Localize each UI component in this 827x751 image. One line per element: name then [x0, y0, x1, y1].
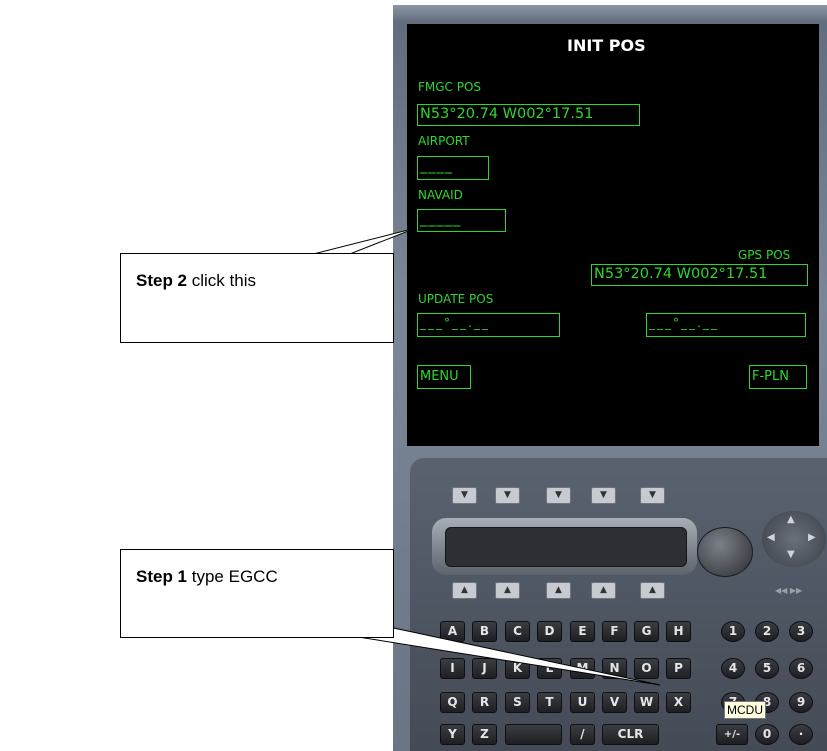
key-0[interactable]: 0 — [755, 724, 779, 745]
key-6[interactable]: 6 — [789, 658, 813, 679]
mcdu-top-bezel — [393, 5, 827, 23]
airport-label: AIRPORT — [418, 134, 470, 148]
key-slash[interactable]: / — [570, 724, 595, 745]
nav-right-icon[interactable]: ▶ — [808, 532, 816, 543]
airport-field[interactable]: ____ — [417, 156, 489, 180]
key-c[interactable]: C — [505, 621, 530, 642]
step1-text: type EGCC — [187, 567, 278, 586]
key-b[interactable]: B — [472, 621, 497, 642]
fpln-label: F-PLN — [752, 369, 789, 384]
gps-pos-label: GPS POS — [738, 248, 791, 262]
select-key-4[interactable]: ▼ — [591, 487, 616, 504]
gps-pos-value: N53°20.74 W002°17.51 — [594, 266, 768, 282]
key-5[interactable]: 5 — [755, 658, 779, 679]
fmgc-pos-value: N53°20.74 W002°17.51 — [420, 106, 594, 122]
key-dot[interactable]: · — [789, 724, 813, 745]
key-x[interactable]: X — [666, 692, 691, 713]
key-k[interactable]: K — [505, 658, 530, 679]
key-l[interactable]: L — [537, 658, 562, 679]
key-i[interactable]: I — [440, 658, 465, 679]
navaid-field[interactable]: _____ — [417, 209, 506, 232]
menu-button[interactable]: MENU — [417, 365, 471, 389]
step2-callout: Step 2 click this — [120, 253, 394, 343]
key-space[interactable] — [505, 724, 562, 745]
key-j[interactable]: J — [472, 658, 497, 679]
update-pos-right-field[interactable]: ___°__.__ — [646, 313, 806, 337]
navaid-value: _____ — [420, 211, 462, 227]
key-p[interactable]: P — [666, 658, 691, 679]
update-pos-label: UPDATE POS — [418, 292, 494, 306]
key-h[interactable]: H — [666, 621, 691, 642]
key-q[interactable]: Q — [440, 692, 465, 713]
update-pos-left-value: ___°__.__ — [420, 316, 490, 330]
mcdu-tooltip: MCDU — [724, 701, 766, 719]
fmgc-pos-field: N53°20.74 W002°17.51 — [417, 104, 640, 126]
key-d[interactable]: D — [537, 621, 562, 642]
select-key-8[interactable]: ▲ — [546, 582, 571, 599]
nav-left-icon[interactable]: ◀ — [767, 532, 775, 543]
key-m[interactable]: M — [570, 658, 595, 679]
key-clr[interactable]: CLR — [602, 724, 659, 745]
select-key-9[interactable]: ▲ — [591, 582, 616, 599]
key-s[interactable]: S — [505, 692, 530, 713]
step1-callout: Step 1 type EGCC — [120, 549, 394, 638]
fpln-button[interactable]: F-PLN — [749, 365, 807, 389]
nav-down-icon[interactable]: ▼ — [787, 549, 795, 560]
page-title: INIT POS — [567, 36, 646, 55]
menu-label: MENU — [420, 369, 459, 384]
select-key-6[interactable]: ▲ — [452, 582, 477, 599]
scratchpad-display — [445, 527, 687, 567]
key-n[interactable]: N — [602, 658, 627, 679]
key-a[interactable]: A — [440, 621, 465, 642]
nav-up-icon[interactable]: ▲ — [787, 514, 795, 525]
update-pos-left-field[interactable]: ___°__.__ — [417, 313, 560, 337]
key-u[interactable]: U — [570, 692, 595, 713]
mcdu-round-button[interactable] — [697, 527, 753, 577]
gps-pos-field: N53°20.74 W002°17.51 — [591, 264, 808, 286]
page-arrows-icon[interactable]: ◀◀ ▶▶ — [775, 586, 802, 595]
key-1[interactable]: 1 — [721, 621, 745, 642]
airport-value: ____ — [420, 158, 453, 174]
key-g[interactable]: G — [634, 621, 659, 642]
key-y[interactable]: Y — [440, 724, 465, 745]
select-key-7[interactable]: ▲ — [495, 582, 520, 599]
key-r[interactable]: R — [472, 692, 497, 713]
key-plus-minus[interactable]: +/- — [716, 724, 748, 745]
key-4[interactable]: 4 — [721, 658, 745, 679]
key-f[interactable]: F — [602, 621, 627, 642]
select-key-5[interactable]: ▼ — [640, 487, 665, 504]
step1-bold: Step 1 — [136, 567, 188, 586]
update-pos-right-value: ___°__.__ — [649, 316, 719, 330]
key-z[interactable]: Z — [472, 724, 497, 745]
key-e[interactable]: E — [570, 621, 595, 642]
navaid-label: NAVAID — [418, 188, 463, 202]
key-o[interactable]: O — [634, 658, 659, 679]
key-v[interactable]: V — [602, 692, 627, 713]
key-3[interactable]: 3 — [789, 621, 813, 642]
key-9[interactable]: 9 — [789, 692, 813, 713]
key-t[interactable]: T — [537, 692, 562, 713]
step2-text: click this — [187, 271, 256, 290]
select-key-3[interactable]: ▼ — [546, 487, 571, 504]
select-key-10[interactable]: ▲ — [640, 582, 665, 599]
key-w[interactable]: W — [634, 692, 659, 713]
select-key-2[interactable]: ▼ — [495, 487, 520, 504]
key-2[interactable]: 2 — [755, 621, 779, 642]
step2-bold: Step 2 — [136, 271, 188, 290]
select-key-1[interactable]: ▼ — [452, 487, 477, 504]
fmgc-pos-label: FMGC POS — [418, 80, 482, 94]
